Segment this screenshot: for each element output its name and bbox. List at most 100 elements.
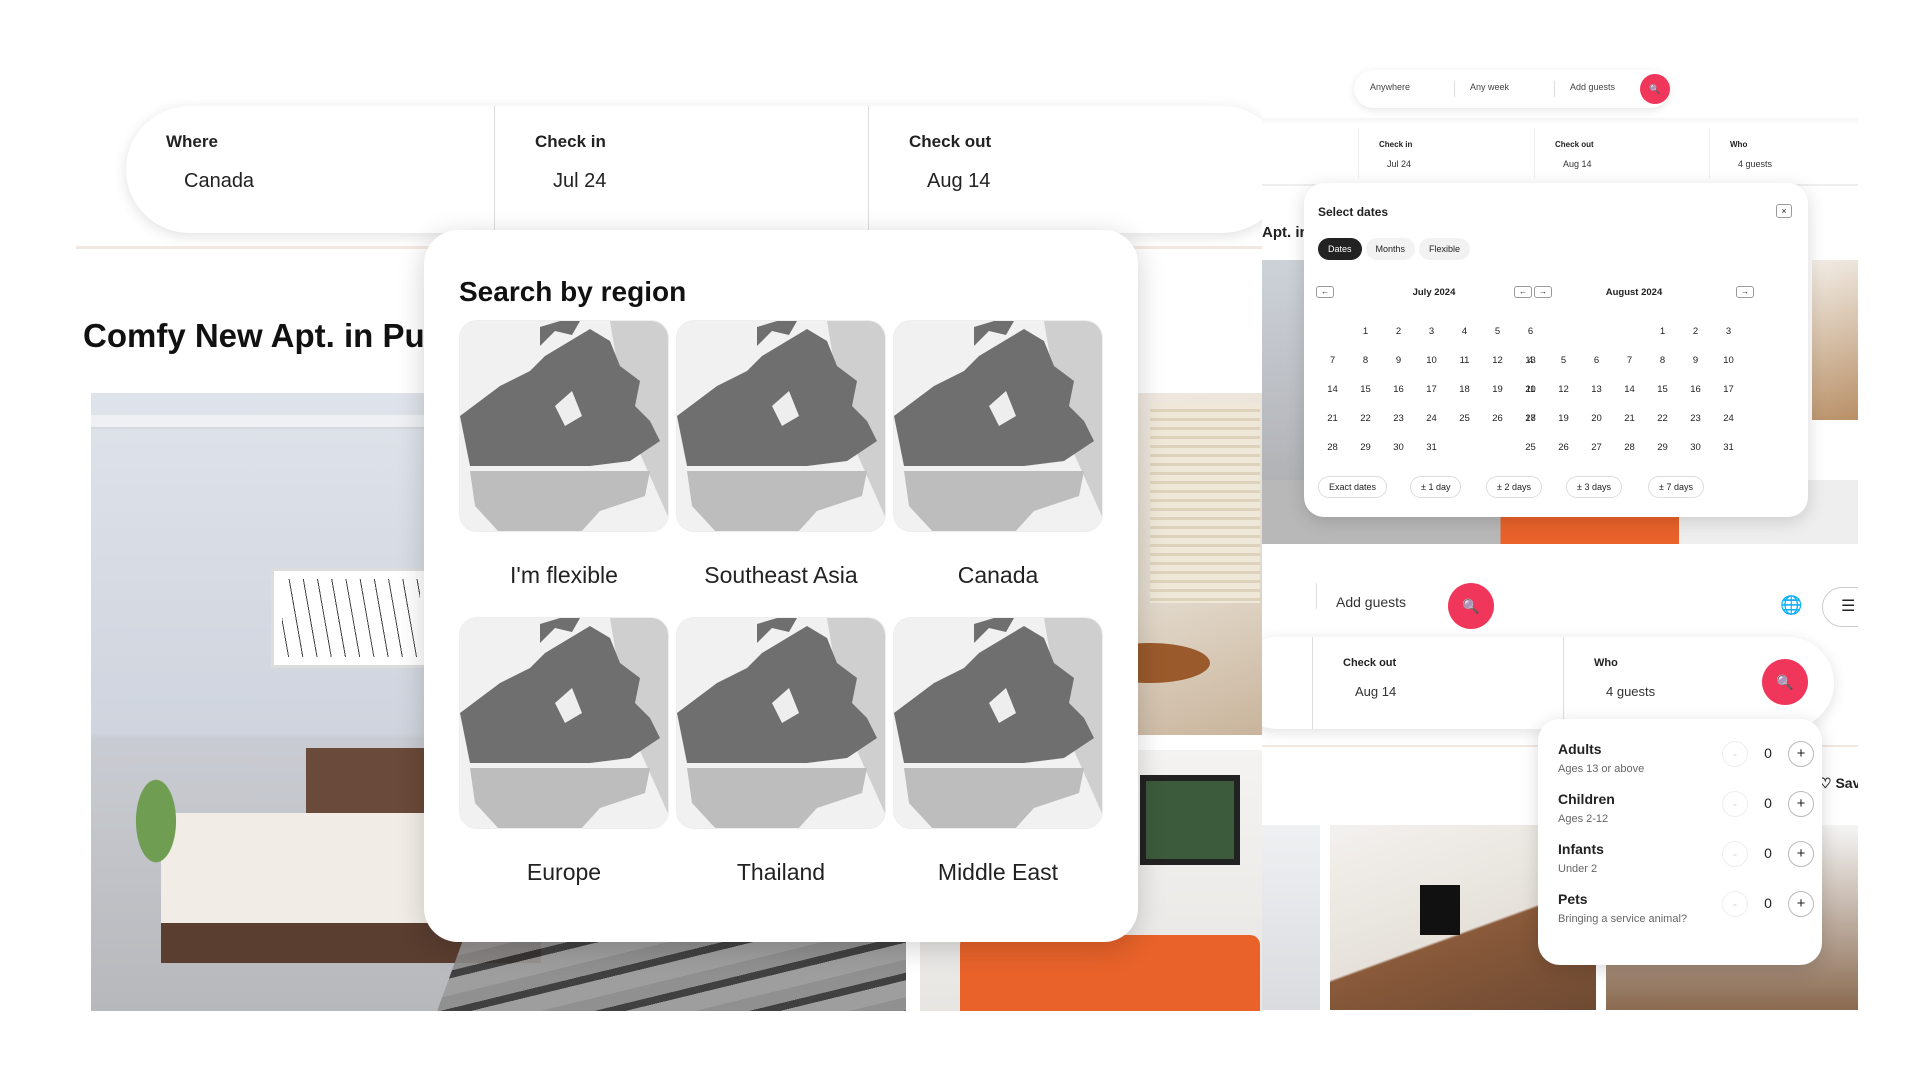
day-cell[interactable]: 28 (1316, 433, 1349, 462)
decrement-button[interactable]: - (1722, 891, 1748, 917)
increment-button[interactable]: + (1788, 891, 1814, 917)
decrement-button[interactable]: - (1722, 741, 1748, 767)
day-cell[interactable]: 31 (1415, 433, 1448, 462)
add-guests-button[interactable]: Add guests (1570, 82, 1615, 92)
day-cell[interactable]: 30 (1679, 433, 1712, 462)
day-cell[interactable]: 11 (1514, 375, 1547, 404)
day-cell[interactable]: 10 (1712, 346, 1745, 375)
flex-chip[interactable]: ± 7 days (1648, 476, 1704, 498)
day-cell[interactable]: 28 (1613, 433, 1646, 462)
checkin-field[interactable]: Check in Jul 24 (1358, 128, 1412, 178)
day-cell[interactable]: 24 (1415, 404, 1448, 433)
search-button[interactable]: 🔍 (1640, 74, 1670, 104)
day-cell[interactable]: 8 (1349, 346, 1382, 375)
menu-button[interactable]: ☰ (1822, 587, 1858, 627)
day-cell[interactable]: 14 (1316, 375, 1349, 404)
globe-icon[interactable]: 🌐 (1780, 595, 1802, 616)
day-cell[interactable]: 3 (1712, 317, 1745, 346)
day-cell[interactable]: 29 (1646, 433, 1679, 462)
day-cell[interactable]: 6 (1580, 346, 1613, 375)
day-cell[interactable]: 12 (1547, 375, 1580, 404)
day-cell[interactable]: 26 (1547, 433, 1580, 462)
flex-chip[interactable]: Exact dates (1318, 476, 1388, 498)
day-cell[interactable]: 26 (1481, 404, 1514, 433)
decrement-button[interactable]: - (1722, 791, 1748, 817)
day-cell[interactable]: 20 (1580, 404, 1613, 433)
region-card[interactable]: Southeast Asia (676, 320, 886, 589)
listing-photo[interactable] (1812, 260, 1858, 420)
anywhere-button[interactable]: Anywhere (1370, 82, 1410, 92)
search-button[interactable]: 🔍 (1762, 659, 1808, 705)
who-field[interactable]: Who 4 guests (1709, 128, 1772, 178)
day-cell[interactable]: 2 (1679, 317, 1712, 346)
region-card[interactable]: Europe (459, 617, 669, 886)
day-cell[interactable]: 18 (1448, 375, 1481, 404)
day-cell[interactable]: 30 (1382, 433, 1415, 462)
flex-chip[interactable]: ± 1 day (1410, 476, 1462, 498)
day-cell[interactable]: 24 (1712, 404, 1745, 433)
region-card[interactable]: I'm flexible (459, 320, 669, 589)
day-cell[interactable]: 15 (1646, 375, 1679, 404)
where-field[interactable]: Where Canada (126, 106, 494, 233)
region-card[interactable]: Thailand (676, 617, 886, 886)
decrement-button[interactable]: - (1722, 841, 1748, 867)
day-cell[interactable]: 27 (1580, 433, 1613, 462)
day-cell[interactable]: 25 (1448, 404, 1481, 433)
flex-chip[interactable]: ± 2 days (1486, 476, 1542, 498)
day-cell[interactable]: 16 (1679, 375, 1712, 404)
increment-button[interactable]: + (1788, 841, 1814, 867)
day-cell[interactable]: 4 (1514, 346, 1547, 375)
checkout-field[interactable]: Check out Aug 14 (868, 106, 1242, 233)
day-cell[interactable]: 12 (1481, 346, 1514, 375)
listing-photo[interactable] (1262, 825, 1320, 1010)
who-field[interactable]: Who 4 guests (1563, 637, 1763, 729)
day-cell[interactable]: 9 (1679, 346, 1712, 375)
day-cell[interactable]: 14 (1613, 375, 1646, 404)
day-cell[interactable]: 22 (1646, 404, 1679, 433)
day-cell[interactable]: 17 (1415, 375, 1448, 404)
day-cell[interactable]: 23 (1679, 404, 1712, 433)
day-cell[interactable]: 29 (1349, 433, 1382, 462)
day-cell[interactable]: 2 (1382, 317, 1415, 346)
day-cell[interactable]: 13 (1580, 375, 1613, 404)
checkin-field[interactable]: Check in Jul 24 (494, 106, 868, 233)
day-cell[interactable]: 15 (1349, 375, 1382, 404)
day-cell[interactable]: 16 (1382, 375, 1415, 404)
day-cell[interactable]: 9 (1382, 346, 1415, 375)
checkout-field[interactable]: Check out Aug 14 (1312, 637, 1562, 729)
region-card[interactable]: Middle East (893, 617, 1103, 886)
day-cell[interactable]: 18 (1514, 404, 1547, 433)
tab-flexible[interactable]: Flexible (1419, 238, 1471, 260)
add-guests-input[interactable]: Add guests (1336, 594, 1406, 610)
day-cell[interactable]: 11 (1448, 346, 1481, 375)
search-button[interactable]: 🔍 (1448, 583, 1494, 629)
day-cell[interactable]: 31 (1712, 433, 1745, 462)
day-cell[interactable]: 21 (1613, 404, 1646, 433)
close-button[interactable]: × (1776, 204, 1792, 218)
tab-dates[interactable]: Dates (1318, 238, 1362, 260)
day-cell[interactable]: 8 (1646, 346, 1679, 375)
any-week-button[interactable]: Any week (1470, 82, 1509, 92)
day-cell[interactable]: 25 (1514, 433, 1547, 462)
day-cell[interactable]: 23 (1382, 404, 1415, 433)
increment-button[interactable]: + (1788, 791, 1814, 817)
day-cell[interactable]: 21 (1316, 404, 1349, 433)
flex-chip[interactable]: ± 3 days (1566, 476, 1622, 498)
day-cell[interactable]: 7 (1316, 346, 1349, 375)
day-cell[interactable]: 4 (1448, 317, 1481, 346)
checkout-field[interactable]: Check out Aug 14 (1534, 128, 1594, 178)
day-cell[interactable]: 1 (1349, 317, 1382, 346)
compact-search-bar[interactable]: Anywhere Any week Add guests 🔍 (1354, 70, 1670, 108)
day-cell[interactable]: 5 (1481, 317, 1514, 346)
day-cell[interactable]: 19 (1547, 404, 1580, 433)
save-button[interactable]: ♡ Sav (1819, 775, 1858, 792)
day-cell[interactable]: 10 (1415, 346, 1448, 375)
day-cell[interactable]: 1 (1646, 317, 1679, 346)
region-card[interactable]: Canada (893, 320, 1103, 589)
day-cell[interactable]: 22 (1349, 404, 1382, 433)
tab-months[interactable]: Months (1365, 238, 1416, 260)
day-cell[interactable]: 7 (1613, 346, 1646, 375)
day-cell[interactable]: 17 (1712, 375, 1745, 404)
increment-button[interactable]: + (1788, 741, 1814, 767)
day-cell[interactable]: 3 (1415, 317, 1448, 346)
